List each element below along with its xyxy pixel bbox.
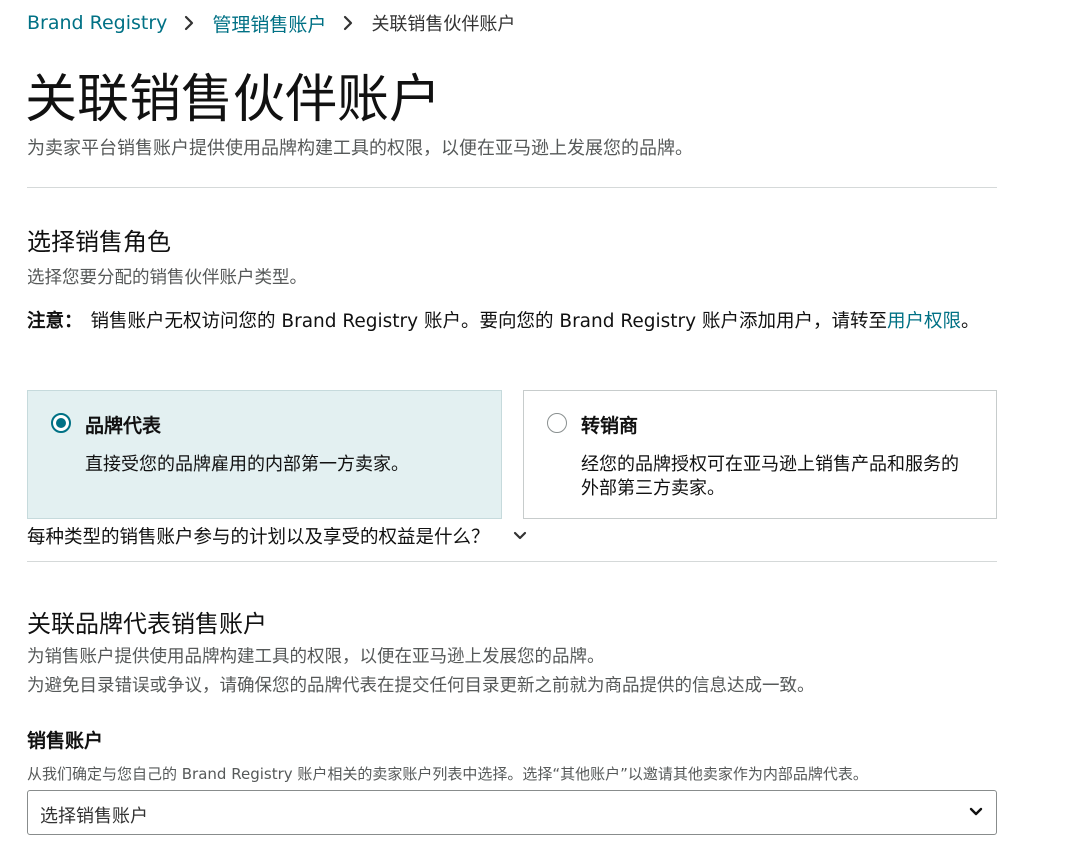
breadcrumb-brand-registry[interactable]: Brand Registry: [27, 12, 167, 34]
role-option-reseller[interactable]: 转销商 经您的品牌授权可在亚马逊上销售产品和服务的外部第三方卖家。: [523, 390, 997, 519]
user-permissions-link[interactable]: 用户权限: [887, 311, 961, 332]
chevron-right-icon: [344, 15, 353, 31]
link-section-desc-2: 为避免目录错误或争议，请确保您的品牌代表在提交任何目录更新之前就为商品提供的信息…: [27, 676, 815, 696]
breadcrumb: Brand Registry 管理销售账户 关联销售伙伴账户: [27, 10, 515, 36]
chevron-down-icon: [969, 807, 983, 816]
chevron-right-icon: [185, 15, 194, 31]
note-end: 。: [961, 311, 980, 332]
divider: [27, 187, 997, 188]
note-text: 销售账户无权访问您的 Brand Registry 账户。要向您的 Brand …: [90, 311, 887, 332]
radio-checked-icon[interactable]: [51, 413, 71, 433]
role-section-title: 选择销售角色: [27, 228, 171, 256]
link-section-title: 关联品牌代表销售账户: [27, 610, 267, 638]
divider: [27, 561, 997, 562]
role-section-desc: 选择您要分配的销售伙伴账户类型。: [27, 268, 307, 288]
role-option-desc: 直接受您的品牌雇用的内部第一方卖家。: [85, 454, 409, 475]
sales-account-label: 销售账户: [27, 730, 104, 752]
note-label: 注意：: [27, 311, 83, 332]
chevron-down-icon: [513, 531, 526, 540]
page: Brand Registry 管理销售账户 关联销售伙伴账户 关联销售伙伴账户 …: [0, 0, 1080, 854]
role-option-label: 品牌代表: [85, 415, 162, 437]
note: 注意： 销售账户无权访问您的 Brand Registry 账户。要向您的 Bra…: [27, 307, 1002, 337]
breadcrumb-current: 关联销售伙伴账户: [371, 14, 516, 35]
faq-expander[interactable]: 每种类型的销售账户参与的计划以及享受的权益是什么？: [27, 523, 528, 549]
role-option-label: 转销商: [581, 415, 639, 437]
role-option-desc: 经您的品牌授权可在亚马逊上销售产品和服务的外部第三方卖家。: [581, 454, 959, 499]
link-section-desc-1: 为销售账户提供使用品牌构建工具的权限，以便在亚马逊上发展您的品牌。: [27, 647, 605, 667]
page-subtitle: 为卖家平台销售账户提供使用品牌构建工具的权限，以便在亚马逊上发展您的品牌。: [27, 138, 693, 159]
sales-account-select[interactable]: 选择销售账户: [27, 790, 997, 835]
page-title: 关联销售伙伴账户: [25, 70, 442, 130]
radio-unchecked-icon[interactable]: [547, 413, 567, 433]
select-value: 选择销售账户: [40, 806, 148, 827]
role-option-brand-representative[interactable]: 品牌代表 直接受您的品牌雇用的内部第一方卖家。: [27, 390, 502, 519]
breadcrumb-manage-accounts[interactable]: 管理销售账户: [212, 10, 326, 37]
sales-account-hint: 从我们确定与您自己的 Brand Registry 账户相关的卖家账户列表中选择…: [27, 765, 868, 783]
faq-label: 每种类型的销售账户参与的计划以及享受的权益是什么？: [27, 527, 490, 548]
